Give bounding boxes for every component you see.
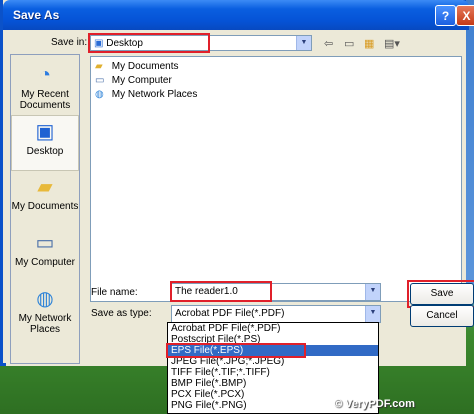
place-label: My Computer (14, 257, 75, 268)
dialog-body: Save in: ▣ Desktop ▼ ⇦ ▭ ▦ ▤▾ ◔ My Recen… (6, 30, 474, 366)
save-in-label: Save in: (51, 37, 88, 48)
chevron-down-icon[interactable]: ▼ (296, 36, 311, 50)
file-list[interactable]: ▰ My Documents ▭ My Computer ◍ My Networ… (90, 56, 462, 302)
annotation-box-save (407, 280, 474, 308)
title-bar: Save As ? X (3, 0, 474, 30)
chevron-down-icon[interactable]: ▼ (365, 284, 380, 300)
place-desktop[interactable]: ▣ Desktop (11, 115, 79, 171)
type-option[interactable]: BMP File(*.BMP) (168, 378, 378, 389)
place-recent[interactable]: ◔ My Recent Documents (11, 59, 79, 115)
up-folder-icon[interactable]: ▭ (344, 37, 354, 50)
watermark: © VeryPDF.com (334, 398, 415, 410)
folder-icon: ▰ (95, 61, 103, 72)
my-documents-icon: ▰ (37, 176, 53, 198)
save-as-type-label: Save as type: (91, 308, 152, 319)
type-option[interactable]: TIFF File(*.TIF;*.TIFF) (168, 367, 378, 378)
annotation-box-save-in (88, 33, 210, 53)
list-item[interactable]: ▭ My Computer (95, 75, 172, 89)
my-computer-icon: ▭ (35, 232, 55, 254)
place-my-documents[interactable]: ▰ My Documents (11, 171, 79, 227)
window-title: Save As (13, 8, 60, 22)
type-option[interactable]: Acrobat PDF File(*.PDF) (168, 323, 378, 334)
annotation-box-eps (166, 343, 306, 358)
list-item[interactable]: ◍ My Network Places (95, 89, 197, 103)
save-as-type-value: Acrobat PDF File(*.PDF) (175, 308, 285, 319)
help-button[interactable]: ? (435, 5, 456, 26)
chevron-down-icon[interactable]: ▼ (365, 306, 380, 322)
close-button[interactable]: X (456, 5, 474, 26)
computer-icon: ▭ (95, 75, 105, 86)
save-as-dialog: Save As ? X Save in: ▣ Desktop ▼ ⇦ ▭ ▦ ▤… (0, 0, 474, 366)
file-name-label: File name: (91, 287, 138, 298)
place-label: My Recent Documents (19, 89, 71, 111)
recent-documents-icon: ◔ (38, 64, 52, 86)
place-network[interactable]: ◍ My Network Places (11, 283, 79, 343)
new-folder-icon[interactable]: ▦ (364, 37, 374, 50)
desktop-icon: ▣ (35, 121, 55, 143)
place-label: My Documents (11, 201, 79, 212)
annotation-box-file-name (170, 281, 272, 302)
network-places-icon: ◍ (36, 288, 54, 310)
save-as-type-select[interactable]: Acrobat PDF File(*.PDF) ▼ (171, 305, 381, 323)
place-my-computer[interactable]: ▭ My Computer (11, 227, 79, 283)
network-icon: ◍ (95, 89, 104, 100)
views-menu-icon[interactable]: ▤▾ (384, 37, 400, 50)
list-item[interactable]: ▰ My Documents (95, 61, 178, 75)
back-icon[interactable]: ⇦ (324, 37, 333, 50)
places-bar: ◔ My Recent Documents ▣ Desktop ▰ My Doc… (10, 54, 80, 364)
place-label: Desktop (26, 146, 64, 157)
cancel-button[interactable]: Cancel (410, 305, 474, 327)
place-label: My Network Places (18, 313, 72, 335)
